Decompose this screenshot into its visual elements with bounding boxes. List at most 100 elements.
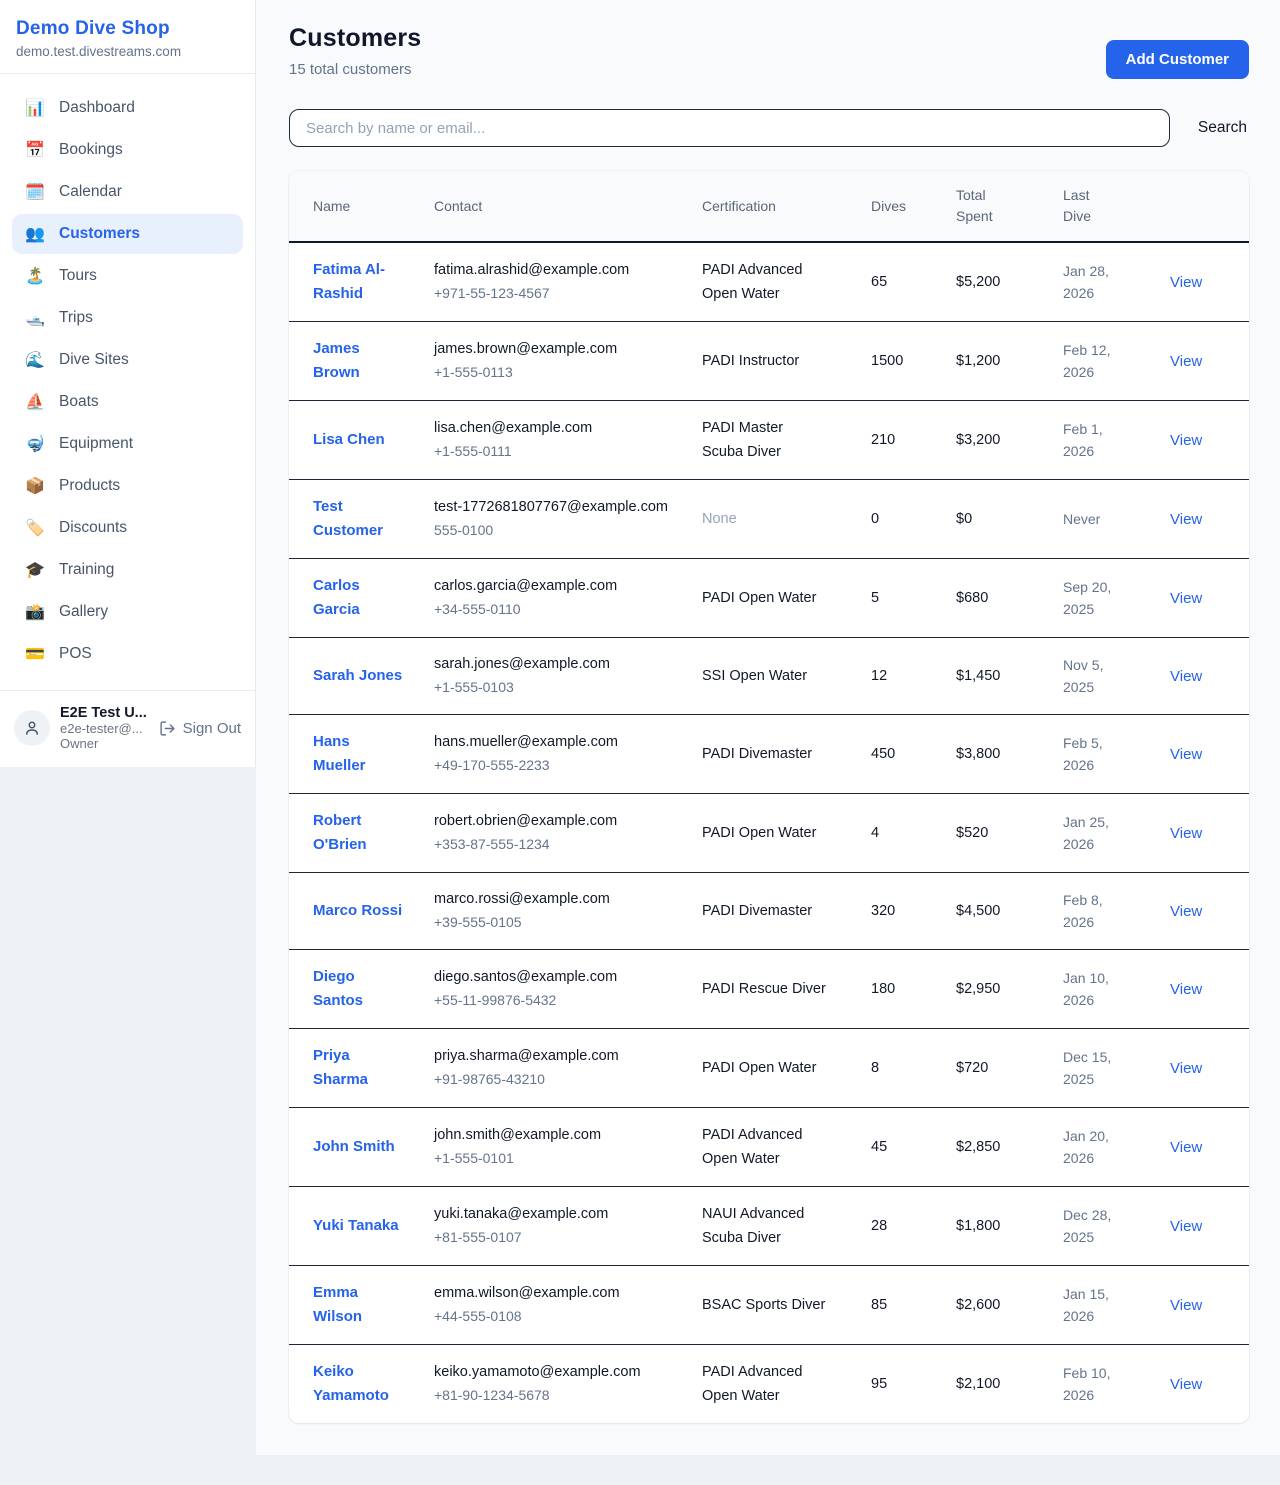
customer-last-dive: Jan 20, 2026	[1063, 1125, 1125, 1169]
view-customer-link[interactable]: View	[1170, 746, 1202, 763]
view-customer-link[interactable]: View	[1170, 590, 1202, 607]
customer-name-link[interactable]: Diego Santos	[313, 965, 403, 1013]
customer-dives: 8	[871, 1029, 956, 1108]
customer-dives: 4	[871, 794, 956, 873]
customer-phone: +1-555-0103	[434, 676, 686, 699]
customer-name-link[interactable]: Keiko Yamamoto	[313, 1360, 403, 1408]
customer-total-spent: $720	[956, 1029, 1063, 1108]
customer-name-link[interactable]: Sarah Jones	[313, 664, 402, 688]
user-icon	[23, 719, 41, 737]
customer-certification: SSI Open Water	[702, 664, 807, 688]
customer-dives: 85	[871, 1266, 956, 1345]
customer-certification: PADI Rescue Diver	[702, 977, 826, 1001]
sidebar-item-products[interactable]: 📦 Products	[12, 466, 243, 506]
customer-name-link[interactable]: Fatima Al-Rashid	[313, 258, 403, 306]
search-button[interactable]: Search	[1196, 113, 1249, 143]
customer-name-link[interactable]: Marco Rossi	[313, 899, 402, 923]
label-tag-icon: 🏷️	[24, 518, 46, 538]
sidebar-item-dashboard[interactable]: 📊 Dashboard	[12, 88, 243, 128]
customer-total-spent: $0	[956, 480, 1063, 559]
view-customer-link[interactable]: View	[1170, 668, 1202, 685]
table-row: Diego Santos diego.santos@example.com +5…	[289, 950, 1249, 1029]
view-customer-link[interactable]: View	[1170, 1218, 1202, 1235]
view-customer-link[interactable]: View	[1170, 903, 1202, 920]
avatar	[14, 710, 50, 746]
view-customer-link[interactable]: View	[1170, 981, 1202, 998]
page-subtitle: 15 total customers	[289, 61, 421, 78]
search-input[interactable]	[289, 109, 1170, 147]
customer-phone: 555-0100	[434, 519, 686, 542]
column-header-actions	[1170, 171, 1249, 242]
customer-name-link[interactable]: John Smith	[313, 1135, 395, 1159]
sidebar-item-tours[interactable]: 🏝️ Tours	[12, 256, 243, 296]
view-customer-link[interactable]: View	[1170, 1297, 1202, 1314]
view-customer-link[interactable]: View	[1170, 825, 1202, 842]
view-customer-link[interactable]: View	[1170, 353, 1202, 370]
view-customer-link[interactable]: View	[1170, 511, 1202, 528]
customer-phone: +81-90-1234-5678	[434, 1384, 686, 1407]
motorboat-icon: 🛥️	[24, 308, 46, 328]
view-customer-link[interactable]: View	[1170, 274, 1202, 291]
page-title: Customers	[289, 24, 421, 53]
customer-phone: +91-98765-43210	[434, 1068, 686, 1091]
column-header-certification: Certification	[702, 171, 871, 242]
customer-phone: +81-555-0107	[434, 1226, 686, 1249]
sidebar-item-customers[interactable]: 👥 Customers	[12, 214, 243, 254]
customer-name-link[interactable]: Priya Sharma	[313, 1044, 403, 1092]
customer-last-dive: Feb 5, 2026	[1063, 732, 1125, 776]
sidebar-item-dive-sites[interactable]: 🌊 Dive Sites	[12, 340, 243, 380]
view-customer-link[interactable]: View	[1170, 1139, 1202, 1156]
main-content: Customers 15 total customers Add Custome…	[256, 0, 1280, 1455]
customer-email: marco.rossi@example.com	[434, 888, 686, 911]
sidebar-nav: 📊 Dashboard 📅 Bookings 🗓️ Calendar 👥 Cus…	[0, 74, 255, 690]
customer-name-link[interactable]: Carlos Garcia	[313, 574, 403, 622]
sidebar-item-discounts[interactable]: 🏷️ Discounts	[12, 508, 243, 548]
table-row: James Brown james.brown@example.com +1-5…	[289, 322, 1249, 401]
customer-name-link[interactable]: Hans Mueller	[313, 730, 403, 778]
sidebar-item-equipment[interactable]: 🤿 Equipment	[12, 424, 243, 464]
customer-name-link[interactable]: Robert O'Brien	[313, 809, 403, 857]
island-icon: 🏝️	[24, 266, 46, 286]
customer-phone: +34-555-0110	[434, 598, 686, 621]
customer-phone: +39-555-0105	[434, 911, 686, 934]
sidebar-item-pos[interactable]: 💳 POS	[12, 634, 243, 674]
add-customer-button[interactable]: Add Customer	[1106, 40, 1249, 79]
sidebar-header: Demo Dive Shop demo.test.divestreams.com	[0, 0, 255, 74]
customer-certification: PADI Open Water	[702, 1056, 816, 1080]
customer-certification: BSAC Sports Diver	[702, 1293, 825, 1317]
view-customer-link[interactable]: View	[1170, 1060, 1202, 1077]
customer-phone: +1-555-0111	[434, 440, 686, 463]
sidebar-item-bookings[interactable]: 📅 Bookings	[12, 130, 243, 170]
customer-email: sarah.jones@example.com	[434, 653, 686, 676]
customer-total-spent: $520	[956, 794, 1063, 873]
sidebar-item-training[interactable]: 🎓 Training	[12, 550, 243, 590]
table-row: Hans Mueller hans.mueller@example.com +4…	[289, 715, 1249, 794]
customer-certification: None	[702, 507, 737, 531]
sidebar-item-gallery[interactable]: 📸 Gallery	[12, 592, 243, 632]
sidebar-item-trips[interactable]: 🛥️ Trips	[12, 298, 243, 338]
customer-name-link[interactable]: Yuki Tanaka	[313, 1214, 399, 1238]
page: Demo Dive Shop demo.test.divestreams.com…	[0, 0, 1280, 1485]
customer-name-link[interactable]: Lisa Chen	[313, 428, 385, 452]
customer-total-spent: $3,800	[956, 715, 1063, 794]
view-customer-link[interactable]: View	[1170, 1376, 1202, 1393]
customer-total-spent: $2,100	[956, 1345, 1063, 1424]
sidebar-item-boats[interactable]: ⛵ Boats	[12, 382, 243, 422]
customer-last-dive: Feb 10, 2026	[1063, 1362, 1125, 1406]
customer-phone: +1-555-0101	[434, 1147, 686, 1170]
column-header-total-spent: Total Spent	[956, 171, 1063, 242]
customer-dives: 28	[871, 1187, 956, 1266]
customer-dives: 450	[871, 715, 956, 794]
customer-certification: NAUI Advanced Scuba Diver	[702, 1202, 828, 1250]
customers-table: Name Contact Certification Dives Total S…	[289, 171, 1249, 1423]
customer-name-link[interactable]: Emma Wilson	[313, 1281, 403, 1329]
customer-total-spent: $2,850	[956, 1108, 1063, 1187]
customer-name-link[interactable]: Test Customer	[313, 495, 403, 543]
customer-dives: 12	[871, 638, 956, 715]
sidebar-item-calendar[interactable]: 🗓️ Calendar	[12, 172, 243, 212]
sign-out-button[interactable]: Sign Out	[159, 720, 241, 737]
graduation-cap-icon: 🎓	[24, 560, 46, 580]
customer-name-link[interactable]: James Brown	[313, 337, 403, 385]
customer-phone: +1-555-0113	[434, 361, 686, 384]
view-customer-link[interactable]: View	[1170, 432, 1202, 449]
